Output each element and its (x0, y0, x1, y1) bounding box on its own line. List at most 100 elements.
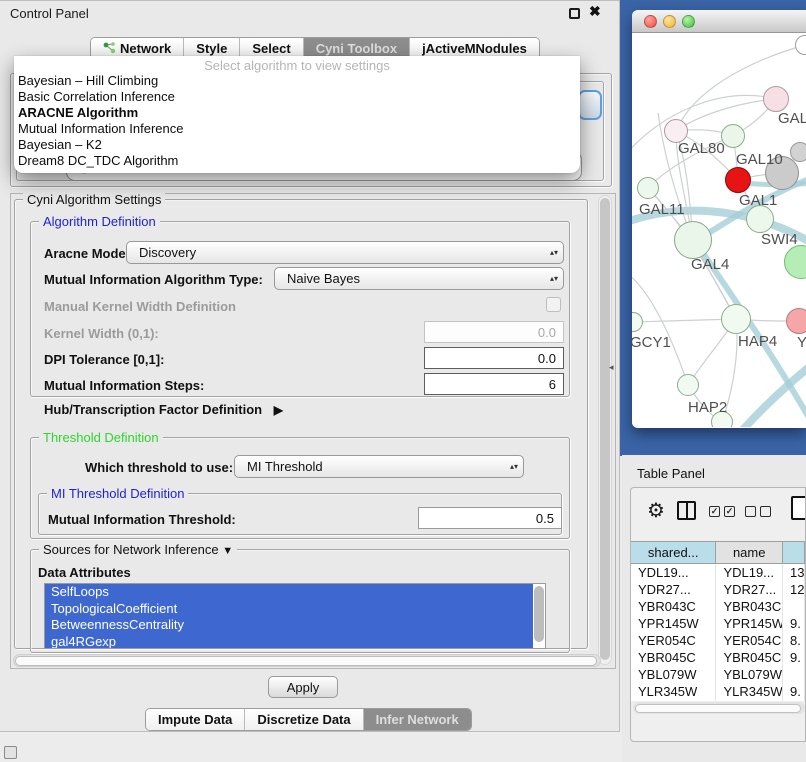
column-header-shared-name[interactable]: shared... (631, 542, 716, 563)
attribute-list-item[interactable]: BetweennessCentrality (45, 617, 533, 634)
tab-label: Style (196, 41, 227, 56)
network-node-label: GAL (778, 110, 806, 127)
sources-title-row[interactable]: Sources for Network Inference ▼ (39, 542, 237, 557)
mi-algorithm-type-combo[interactable]: Naive Bayes ▴▾ (274, 267, 564, 290)
network-node[interactable] (725, 167, 751, 193)
mi-algorithm-type-value: Naive Bayes (275, 271, 547, 286)
network-node-label: HAP4 (738, 333, 777, 350)
table-cell: 13 (783, 564, 805, 581)
table-cell: YBR043C (716, 598, 783, 615)
network-node[interactable] (746, 205, 774, 233)
table-header-row: shared... name (631, 541, 805, 564)
network-node[interactable] (763, 86, 789, 112)
dropdown-item[interactable]: Bayesian – K2 (14, 137, 580, 153)
mi-steps-input[interactable]: 6 (424, 373, 564, 395)
table-row[interactable]: YLR345WYLR345W9. (631, 683, 805, 700)
network-node-label: SWI4 (761, 231, 798, 248)
bottom-tabbar: Impute Data Discretize Data Infer Networ… (145, 708, 472, 731)
dropdown-item[interactable]: Bayesian – Hill Climbing (14, 73, 580, 89)
algorithm-definition-title: Algorithm Definition (39, 214, 160, 229)
float-window-icon[interactable] (569, 8, 580, 19)
table-row[interactable]: YER054CYER054C8. (631, 632, 805, 649)
table-row[interactable]: YDL19...YDL19...13 (631, 564, 805, 581)
network-window-titlebar[interactable] (632, 10, 806, 33)
splitter-collapse-arrow[interactable]: ◂ (609, 362, 614, 373)
combo-arrows-icon: ▴▾ (547, 275, 563, 282)
window-minimize-button[interactable] (663, 15, 676, 28)
table-cell (783, 666, 805, 683)
manual-kernel-width-checkbox[interactable] (546, 297, 561, 312)
collapse-arrow-icon: ▼ (222, 545, 233, 557)
tab-label: Network (120, 41, 171, 56)
checked-checkbox-icon[interactable]: ✓ (709, 506, 720, 517)
table-panel-section: Table Panel ⚙ ✓ ✓ shared... name YDL19..… (622, 455, 806, 762)
network-icon (103, 41, 116, 57)
window-zoom-button[interactable] (682, 15, 695, 28)
dropdown-item[interactable]: Mutual Information Inference (14, 121, 580, 137)
mi-threshold-input[interactable]: 0.5 (418, 507, 562, 529)
manual-kernel-width-label: Manual Kernel Width Definition (44, 299, 236, 314)
network-node-label: GAL1 (739, 192, 777, 209)
table-row[interactable]: YPR145WYPR145W9. (631, 615, 805, 632)
hub-definition-expander[interactable]: Hub/Transcription Factor Definition ▶ (44, 402, 283, 417)
document-icon[interactable] (791, 496, 806, 520)
dropdown-item[interactable]: Basic Correlation Inference (14, 89, 580, 105)
table-row[interactable]: YDR27...YDR27...12 (631, 581, 805, 598)
table-horizontal-scrollbar[interactable] (633, 702, 805, 714)
which-threshold-combo[interactable]: MI Threshold ▴▾ (234, 455, 524, 478)
table-row[interactable]: YBR045CYBR045C9. (631, 649, 805, 666)
table-cell: 12 (783, 581, 805, 598)
algorithm-combo-stepper[interactable] (578, 90, 602, 120)
settings-horizontal-scrollbar-thumb[interactable] (15, 656, 597, 666)
expand-arrow-icon: ▶ (274, 403, 283, 417)
network-node-label: HAP2 (688, 399, 727, 416)
settings-vertical-scrollbar-thumb[interactable] (600, 198, 610, 660)
network-node[interactable] (637, 177, 659, 199)
dropdown-item[interactable]: Dream8 DC_TDC Algorithm (14, 153, 580, 169)
algorithm-dropdown: Select algorithm to view settings Bayesi… (14, 56, 580, 173)
attributes-scrollbar-thumb[interactable] (534, 586, 544, 642)
table-horizontal-scrollbar-thumb[interactable] (635, 704, 801, 713)
column-header-name[interactable]: name (716, 542, 783, 563)
gear-icon[interactable]: ⚙ (647, 498, 665, 523)
tab-impute-data[interactable]: Impute Data (146, 709, 245, 730)
attribute-list-item[interactable]: TopologicalCoefficient (45, 601, 533, 618)
sources-title: Sources for Network Inference (43, 542, 219, 557)
kernel-width-input[interactable]: 0.0 (424, 321, 564, 343)
window-close-button[interactable] (644, 15, 657, 28)
dock-panel-icon[interactable] (4, 746, 17, 759)
mi-threshold-label: Mutual Information Threshold: (48, 512, 236, 527)
table-row[interactable]: YIL052CYIL052C9 (631, 700, 805, 701)
tab-infer-network[interactable]: Infer Network (364, 709, 471, 730)
cyni-algorithm-settings-title: Cyni Algorithm Settings (23, 192, 165, 207)
table-cell: YDR27... (631, 581, 716, 598)
table-cell: YBR043C (631, 598, 716, 615)
apply-button[interactable]: Apply (268, 676, 338, 698)
columns-icon[interactable] (677, 501, 696, 520)
attribute-list-item[interactable]: SelfLoops (45, 584, 533, 601)
column-header-partial[interactable] (783, 542, 805, 563)
table-cell: YDR27... (716, 581, 783, 598)
network-node[interactable] (786, 308, 806, 334)
network-node[interactable] (677, 374, 699, 396)
attribute-list-item[interactable]: gal4RGexp (45, 634, 533, 650)
table-cell: YER054C (631, 632, 716, 649)
network-node[interactable] (674, 221, 712, 259)
table-cell: YBL079W (716, 666, 783, 683)
unchecked-checkbox-icon[interactable] (760, 506, 771, 517)
table-row[interactable]: YBL079WYBL079W (631, 666, 805, 683)
control-panel: Control Panel ✖ Network Style Select Cyn… (0, 0, 620, 732)
tab-discretize-data[interactable]: Discretize Data (245, 709, 363, 730)
network-canvas[interactable]: GALGAL80GAL10GAL1GAL11SWI4GAL4HAP4YGCY1H… (632, 33, 806, 427)
network-node-label: Y (797, 334, 806, 351)
aracne-mode-combo[interactable]: Discovery ▴▾ (126, 241, 564, 264)
dropdown-item[interactable]: ARACNE Algorithm (14, 105, 580, 121)
table-cell: YER054C (716, 632, 783, 649)
close-icon[interactable]: ✖ (589, 3, 601, 20)
network-node[interactable] (721, 304, 751, 334)
dpi-tolerance-input[interactable]: 0.0 (424, 347, 564, 369)
kernel-width-label: Kernel Width (0,1): (44, 326, 159, 341)
unchecked-checkbox-icon[interactable] (745, 506, 756, 517)
checked-checkbox-icon[interactable]: ✓ (724, 506, 735, 517)
table-row[interactable]: YBR043CYBR043C (631, 598, 805, 615)
